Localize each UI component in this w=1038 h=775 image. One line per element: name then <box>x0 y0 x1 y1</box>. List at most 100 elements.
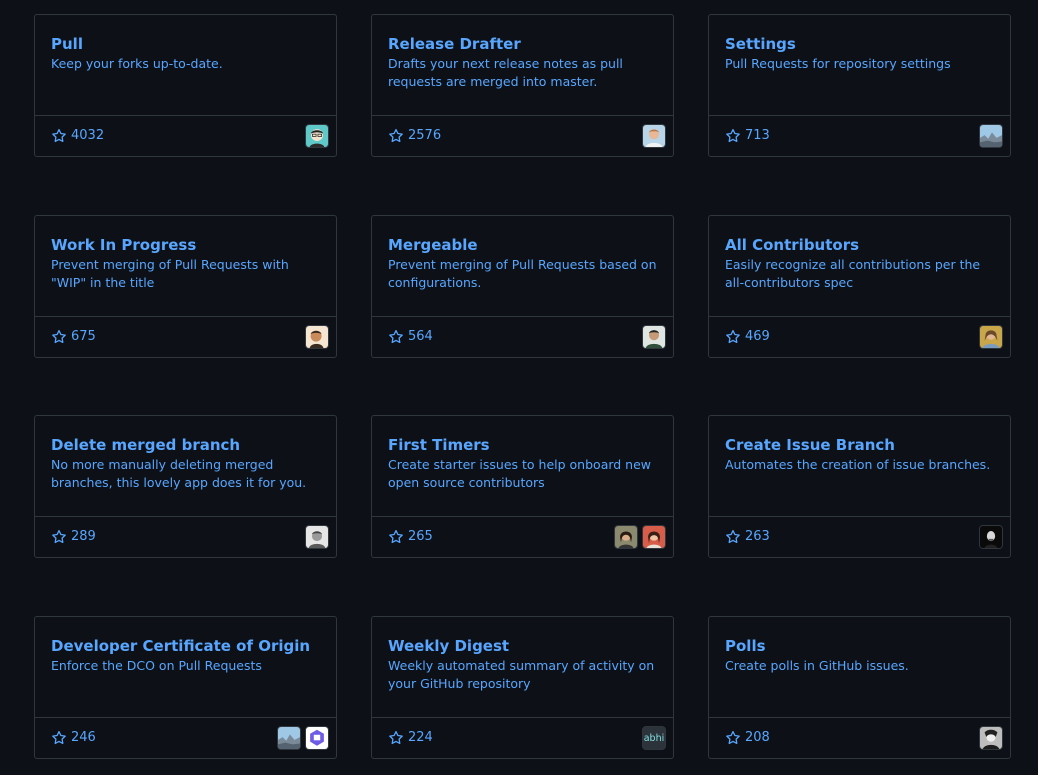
card-body: Create Issue Branch Automates the creati… <box>709 416 1010 517</box>
card-title[interactable]: First Timers <box>388 435 657 455</box>
person-avatar-icon[interactable] <box>305 525 329 549</box>
star-count[interactable]: 208 <box>725 729 770 747</box>
card-footer: 469 <box>709 317 1010 357</box>
app-card-pull[interactable]: Pull Keep your forks up-to-date. 4032 <box>34 14 337 157</box>
card-description: Weekly automated summary of activity on … <box>388 658 655 691</box>
card-description: Keep your forks up-to-date. <box>51 56 223 71</box>
card-body: Mergeable Prevent merging of Pull Reques… <box>372 216 673 317</box>
star-icon <box>726 329 740 344</box>
card-body: Polls Create polls in GitHub issues. <box>709 617 1010 718</box>
card-footer: 2576 <box>372 116 673 156</box>
card-body: Developer Certificate of Origin Enforce … <box>35 617 336 718</box>
card-title[interactable]: Weekly Digest <box>388 636 657 656</box>
card-description: Create starter issues to help onboard ne… <box>388 457 652 490</box>
star-count-value: 713 <box>745 128 770 143</box>
person-avatar-icon[interactable] <box>305 325 329 349</box>
app-card-create-issue-branch[interactable]: Create Issue Branch Automates the creati… <box>708 415 1011 558</box>
star-icon <box>389 730 403 745</box>
card-title[interactable]: Developer Certificate of Origin <box>51 636 320 656</box>
avatar-group <box>277 726 329 750</box>
app-card-developer-certificate-of-origin[interactable]: Developer Certificate of Origin Enforce … <box>34 616 337 759</box>
person-avatar-icon[interactable] <box>979 726 1003 750</box>
star-icon <box>389 329 403 344</box>
landscape-avatar-icon[interactable] <box>979 124 1003 148</box>
star-count[interactable]: 265 <box>388 528 433 546</box>
card-description: Prevent merging of Pull Requests based o… <box>388 257 657 290</box>
card-footer: 265 <box>372 517 673 557</box>
card-footer: 224 abhi <box>372 718 673 758</box>
star-count[interactable]: 289 <box>51 528 96 546</box>
logo-avatar-icon[interactable] <box>305 726 329 750</box>
app-card-first-timers[interactable]: First Timers Create starter issues to he… <box>371 415 674 558</box>
star-count-value: 208 <box>745 730 770 745</box>
person-avatar-icon[interactable] <box>614 525 638 549</box>
star-count[interactable]: 675 <box>51 328 96 346</box>
card-footer: 564 <box>372 317 673 357</box>
avatar-group <box>305 124 329 148</box>
avatar-group <box>979 325 1003 349</box>
person-avatar-icon[interactable] <box>979 525 1003 549</box>
card-body: Weekly Digest Weekly automated summary o… <box>372 617 673 718</box>
card-description: Drafts your next release notes as pull r… <box>388 56 623 89</box>
app-card-weekly-digest[interactable]: Weekly Digest Weekly automated summary o… <box>371 616 674 759</box>
star-count-value: 224 <box>408 730 433 745</box>
star-icon <box>389 128 403 143</box>
app-card-settings[interactable]: Settings Pull Requests for repository se… <box>708 14 1011 157</box>
star-count-value: 2576 <box>408 128 442 143</box>
card-title[interactable]: Delete merged branch <box>51 435 320 455</box>
card-title[interactable]: Mergeable <box>388 235 657 255</box>
card-body: Delete merged branch No more manually de… <box>35 416 336 517</box>
avatar-group <box>305 525 329 549</box>
star-count-value: 564 <box>408 329 433 344</box>
avatar-group <box>642 325 666 349</box>
app-card-release-drafter[interactable]: Release Drafter Drafts your next release… <box>371 14 674 157</box>
star-count[interactable]: 4032 <box>51 127 104 145</box>
app-card-all-contributors[interactable]: All Contributors Easily recognize all co… <box>708 215 1011 358</box>
card-description: Easily recognize all contributions per t… <box>725 257 981 290</box>
star-icon <box>726 529 740 544</box>
star-icon <box>52 730 66 745</box>
card-body: All Contributors Easily recognize all co… <box>709 216 1010 317</box>
star-count[interactable]: 2576 <box>388 127 441 145</box>
card-footer: 263 <box>709 517 1010 557</box>
card-footer: 208 <box>709 718 1010 758</box>
card-footer: 246 <box>35 718 336 758</box>
text-avatar[interactable]: abhi <box>642 726 666 750</box>
app-card-polls[interactable]: Polls Create polls in GitHub issues. 208 <box>708 616 1011 759</box>
person-avatar-icon[interactable] <box>979 325 1003 349</box>
app-card-mergeable[interactable]: Mergeable Prevent merging of Pull Reques… <box>371 215 674 358</box>
person-avatar-icon[interactable] <box>642 325 666 349</box>
app-card-delete-merged-branch[interactable]: Delete merged branch No more manually de… <box>34 415 337 558</box>
star-icon <box>52 529 66 544</box>
landscape-avatar-icon[interactable] <box>277 726 301 750</box>
star-count[interactable]: 224 <box>388 729 433 747</box>
cartoon-avatar-icon[interactable] <box>305 124 329 148</box>
card-title[interactable]: All Contributors <box>725 235 994 255</box>
card-title[interactable]: Polls <box>725 636 994 656</box>
star-count[interactable]: 564 <box>388 328 433 346</box>
star-icon <box>52 329 66 344</box>
card-title[interactable]: Work In Progress <box>51 235 320 255</box>
avatar-group <box>614 525 666 549</box>
card-title[interactable]: Create Issue Branch <box>725 435 994 455</box>
avatar-group <box>979 124 1003 148</box>
star-count[interactable]: 263 <box>725 528 770 546</box>
person-avatar-icon[interactable] <box>642 525 666 549</box>
card-body: Release Drafter Drafts your next release… <box>372 15 673 116</box>
apps-grid: Pull Keep your forks up-to-date. 4032 Re… <box>0 0 1038 775</box>
card-title[interactable]: Settings <box>725 34 994 54</box>
card-title[interactable]: Pull <box>51 34 320 54</box>
person-avatar-icon[interactable] <box>642 124 666 148</box>
star-count-value: 4032 <box>71 128 105 143</box>
star-count[interactable]: 713 <box>725 127 770 145</box>
star-icon <box>52 128 66 143</box>
star-count[interactable]: 469 <box>725 328 770 346</box>
star-count[interactable]: 246 <box>51 729 96 747</box>
card-title[interactable]: Release Drafter <box>388 34 657 54</box>
card-body: Pull Keep your forks up-to-date. <box>35 15 336 116</box>
card-description: Create polls in GitHub issues. <box>725 658 909 673</box>
app-card-work-in-progress[interactable]: Work In Progress Prevent merging of Pull… <box>34 215 337 358</box>
avatar-group <box>979 525 1003 549</box>
star-icon <box>389 529 403 544</box>
card-footer: 713 <box>709 116 1010 156</box>
